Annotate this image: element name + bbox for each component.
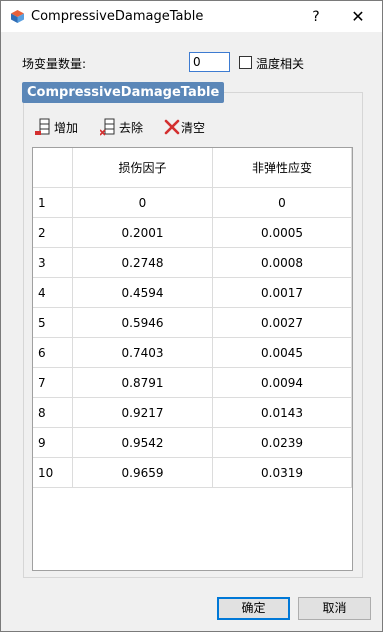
inelastic-strain-cell[interactable]: 0.0094	[213, 368, 352, 398]
dialog-window: CompressiveDamageTable ? ✕ 场变量数量: 0 温度相关…	[0, 0, 383, 632]
row-header[interactable]: 3	[33, 248, 73, 278]
damage-factor-cell[interactable]: 0.8791	[73, 368, 213, 398]
inelastic-strain-cell[interactable]: 0	[213, 188, 352, 218]
row-header[interactable]: 10	[33, 458, 73, 488]
damage-factor-cell[interactable]: 0	[73, 188, 213, 218]
row-header[interactable]: 7	[33, 368, 73, 398]
clear-table-label: 清空	[181, 120, 206, 135]
damage-factor-cell[interactable]: 0.2001	[73, 218, 213, 248]
inelastic-strain-cell[interactable]: 0.0005	[213, 218, 352, 248]
row-header[interactable]: 5	[33, 308, 73, 338]
damage-factor-cell[interactable]: 0.7403	[73, 338, 213, 368]
clear-x-icon	[164, 119, 180, 135]
ok-button[interactable]: 确定	[217, 597, 290, 620]
damage-data-table: 损伤因子 非弹性应变 1 0 0 2 0.2001 0.0005 3 0.274…	[32, 147, 353, 571]
damage-factor-cell[interactable]: 0.5946	[73, 308, 213, 338]
row-header[interactable]: 6	[33, 338, 73, 368]
damage-factor-cell[interactable]: 0.2748	[73, 248, 213, 278]
group-title: CompressiveDamageTable	[22, 82, 225, 103]
column-header-inelastic-strain[interactable]: 非弹性应变	[213, 148, 352, 188]
row-header[interactable]: 8	[33, 398, 73, 428]
damage-factor-cell[interactable]: 0.4594	[73, 278, 213, 308]
table-corner[interactable]	[33, 148, 73, 188]
column-header-damage-factor[interactable]: 损伤因子	[73, 148, 213, 188]
remove-row-button[interactable]: 去除	[100, 118, 143, 136]
inelastic-strain-cell[interactable]: 0.0027	[213, 308, 352, 338]
add-row-button[interactable]: 增加	[35, 118, 78, 136]
damage-factor-cell[interactable]: 0.9542	[73, 428, 213, 458]
field-variable-count-label: 场变量数量:	[22, 57, 87, 71]
remove-row-label: 去除	[119, 120, 144, 135]
damage-factor-cell[interactable]: 0.9659	[73, 458, 213, 488]
temperature-dependent-checkbox[interactable]	[239, 56, 252, 69]
inelastic-strain-cell[interactable]: 0.0045	[213, 338, 352, 368]
temperature-dependent-label: 温度相关	[256, 57, 305, 71]
add-row-label: 增加	[54, 120, 79, 135]
inelastic-strain-cell[interactable]: 0.0017	[213, 278, 352, 308]
remove-row-icon	[100, 118, 115, 136]
cancel-button[interactable]: 取消	[298, 597, 371, 620]
inelastic-strain-cell[interactable]: 0.0319	[213, 458, 352, 488]
help-button[interactable]: ?	[301, 5, 331, 29]
row-header[interactable]: 2	[33, 218, 73, 248]
row-header[interactable]: 4	[33, 278, 73, 308]
close-button[interactable]: ✕	[343, 5, 373, 29]
field-variable-count-input[interactable]: 0	[189, 52, 230, 72]
row-header[interactable]: 9	[33, 428, 73, 458]
window-title: CompressiveDamageTable	[31, 9, 204, 24]
inelastic-strain-cell[interactable]: 0.0008	[213, 248, 352, 278]
app-cube-icon	[11, 10, 24, 23]
add-row-icon	[35, 118, 50, 135]
inelastic-strain-cell[interactable]: 0.0143	[213, 398, 352, 428]
clear-table-button[interactable]: 清空	[164, 118, 205, 136]
inelastic-strain-cell[interactable]: 0.0239	[213, 428, 352, 458]
row-header[interactable]: 1	[33, 188, 73, 218]
damage-factor-cell[interactable]: 0.9217	[73, 398, 213, 428]
title-bar[interactable]: CompressiveDamageTable ? ✕	[1, 1, 382, 32]
